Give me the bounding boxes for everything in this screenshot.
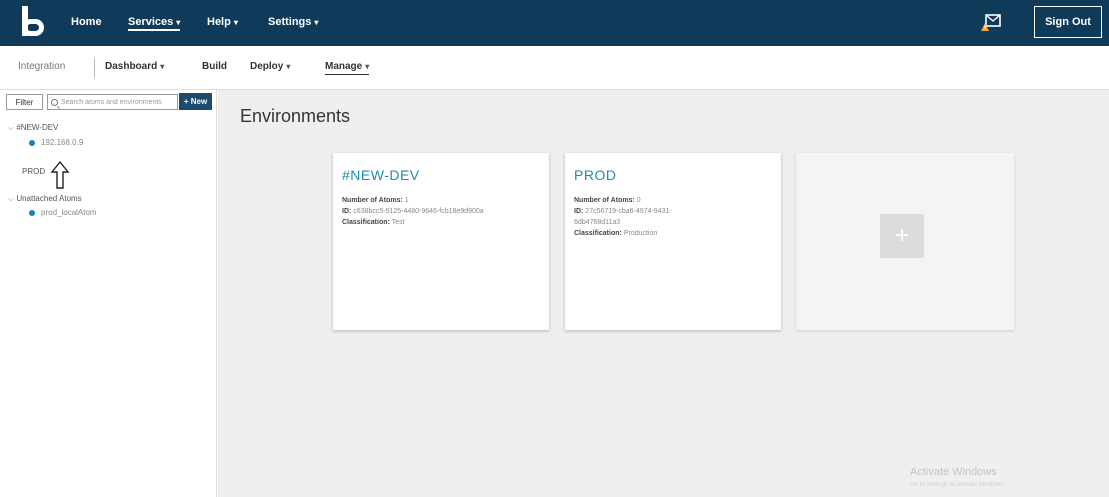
tab-build[interactable]: Build: [202, 61, 227, 72]
environment-card-title[interactable]: #NEW-DEV: [342, 167, 420, 183]
tab-deploy-label: Deploy: [250, 61, 284, 72]
atoms-label: Number of Atoms:: [342, 197, 403, 204]
notification-icon[interactable]: [980, 12, 1002, 34]
environment-tree-panel: Filter Search atoms and environments + N…: [0, 90, 217, 497]
tree-group-unattached-atoms[interactable]: ⌵ Unattached Atoms: [8, 194, 82, 204]
nav-help[interactable]: Help ▾: [207, 16, 238, 28]
card-classification-line: Classification: Production: [574, 230, 657, 237]
classification-value: Test: [391, 219, 405, 226]
card-atoms-line: Number of Atoms: 0: [574, 197, 641, 204]
card-id-line-2: 6db4768d11a3: [574, 219, 620, 226]
tree-item-label: 192.168.0.9: [41, 138, 84, 147]
card-classification-line: Classification: Test: [342, 219, 405, 226]
id-value-continued: 6db4768d11a3: [574, 219, 621, 226]
tree-item-atom[interactable]: prod_localAtom: [29, 208, 97, 217]
chevron-down-icon[interactable]: ⌵: [8, 125, 13, 132]
card-id-line: ID: c638bcc5-5125-4480-9646-fcb18e9d900a: [342, 208, 484, 215]
chevron-down-icon: ▾: [160, 62, 165, 71]
add-environment-card[interactable]: +: [796, 153, 1014, 330]
environments-main: Environments #NEW-DEV Number of Atoms: 1…: [218, 90, 1109, 497]
atom-status-icon: [29, 209, 35, 216]
tab-dashboard[interactable]: Dashboard ▾: [105, 61, 164, 72]
tab-manage-label: Manage: [325, 61, 363, 72]
chevron-down-icon: ▾: [286, 62, 291, 71]
atoms-label: Number of Atoms:: [574, 197, 635, 204]
atoms-value: 0: [636, 197, 641, 204]
add-environment-button[interactable]: +: [880, 214, 924, 258]
windows-activation-subtitle: Go to Settings to activate Windows.: [910, 482, 1005, 488]
tab-deploy[interactable]: Deploy ▾: [250, 61, 290, 72]
tab-dashboard-label: Dashboard: [105, 61, 158, 72]
card-atoms-line: Number of Atoms: 1: [342, 197, 409, 204]
secondary-nav-bar: Integration Dashboard ▾ Build Deploy ▾ Man…: [0, 46, 1109, 90]
filter-button[interactable]: Filter: [6, 94, 43, 110]
tree-group-label: PROD: [22, 167, 46, 176]
plus-icon: +: [894, 222, 909, 249]
tab-build-label: Build: [202, 61, 227, 72]
top-nav-bar: Home Services ▾ Help ▾ Settings ▾ Sign Out: [0, 0, 1109, 46]
tree-group-label: #NEW-DEV: [16, 123, 59, 132]
classification-value: Production: [623, 230, 658, 237]
classification-label: Classification:: [574, 230, 622, 237]
atom-status-icon: [29, 139, 35, 146]
nav-home[interactable]: Home: [71, 16, 102, 28]
nav-home-label: Home: [71, 16, 102, 28]
tab-manage[interactable]: Manage ▾: [325, 61, 370, 75]
id-label: ID:: [574, 208, 584, 215]
windows-activation-watermark: Activate Windows: [910, 466, 997, 478]
new-button-label: + New: [183, 97, 208, 106]
search-placeholder: Search atoms and environments: [61, 98, 162, 106]
chevron-down-icon: ▾: [314, 18, 319, 27]
chevron-down-icon: ▾: [365, 62, 370, 71]
tree-item-label: prod_localAtom: [41, 208, 97, 217]
tree-group-new-dev[interactable]: ⌵ #NEW-DEV: [8, 123, 58, 133]
environment-card-prod[interactable]: PROD Number of Atoms: 0 ID: 27c56719-cba…: [565, 153, 781, 330]
filter-label: Filter: [15, 97, 34, 107]
search-icon: [51, 98, 58, 106]
tree-item-atom[interactable]: 192.168.0.9: [29, 138, 83, 147]
page-title: Environments: [240, 106, 351, 126]
tree-group-prod[interactable]: PROD: [22, 167, 45, 176]
up-arrow-icon: [50, 160, 70, 189]
card-id-line: ID: 27c56719-cba6-4974-9431-: [574, 208, 672, 215]
nav-settings-label: Settings: [268, 16, 312, 28]
environment-card-new-dev[interactable]: #NEW-DEV Number of Atoms: 1 ID: c638bcc5…: [333, 153, 549, 330]
classification-label: Classification:: [342, 219, 390, 226]
environment-card-title[interactable]: PROD: [574, 167, 616, 183]
new-button[interactable]: + New: [179, 93, 212, 110]
boomi-logo-icon[interactable]: [22, 6, 46, 38]
sign-out-label: Sign Out: [1045, 16, 1091, 28]
tree-group-label: Unattached Atoms: [16, 194, 82, 203]
nav-services-label: Services: [128, 16, 174, 28]
id-value: c638bcc5-5125-4480-9646-fcb18e9d900a: [353, 208, 484, 215]
atoms-value: 1: [404, 197, 409, 204]
nav-help-label: Help: [207, 16, 231, 28]
integration-label: Integration: [18, 61, 66, 72]
search-input[interactable]: Search atoms and environments: [47, 94, 178, 110]
chevron-down-icon: ▾: [176, 18, 181, 27]
chevron-down-icon[interactable]: ⌵: [8, 196, 13, 203]
sign-out-button[interactable]: Sign Out: [1034, 6, 1102, 38]
chevron-down-icon: ▾: [233, 18, 238, 27]
nav-services[interactable]: Services ▾: [128, 16, 181, 31]
id-label: ID:: [342, 208, 352, 215]
subnav-divider: [94, 58, 95, 78]
id-value: 27c56719-cba6-4974-9431-: [585, 208, 672, 215]
nav-settings[interactable]: Settings ▾: [268, 16, 318, 28]
